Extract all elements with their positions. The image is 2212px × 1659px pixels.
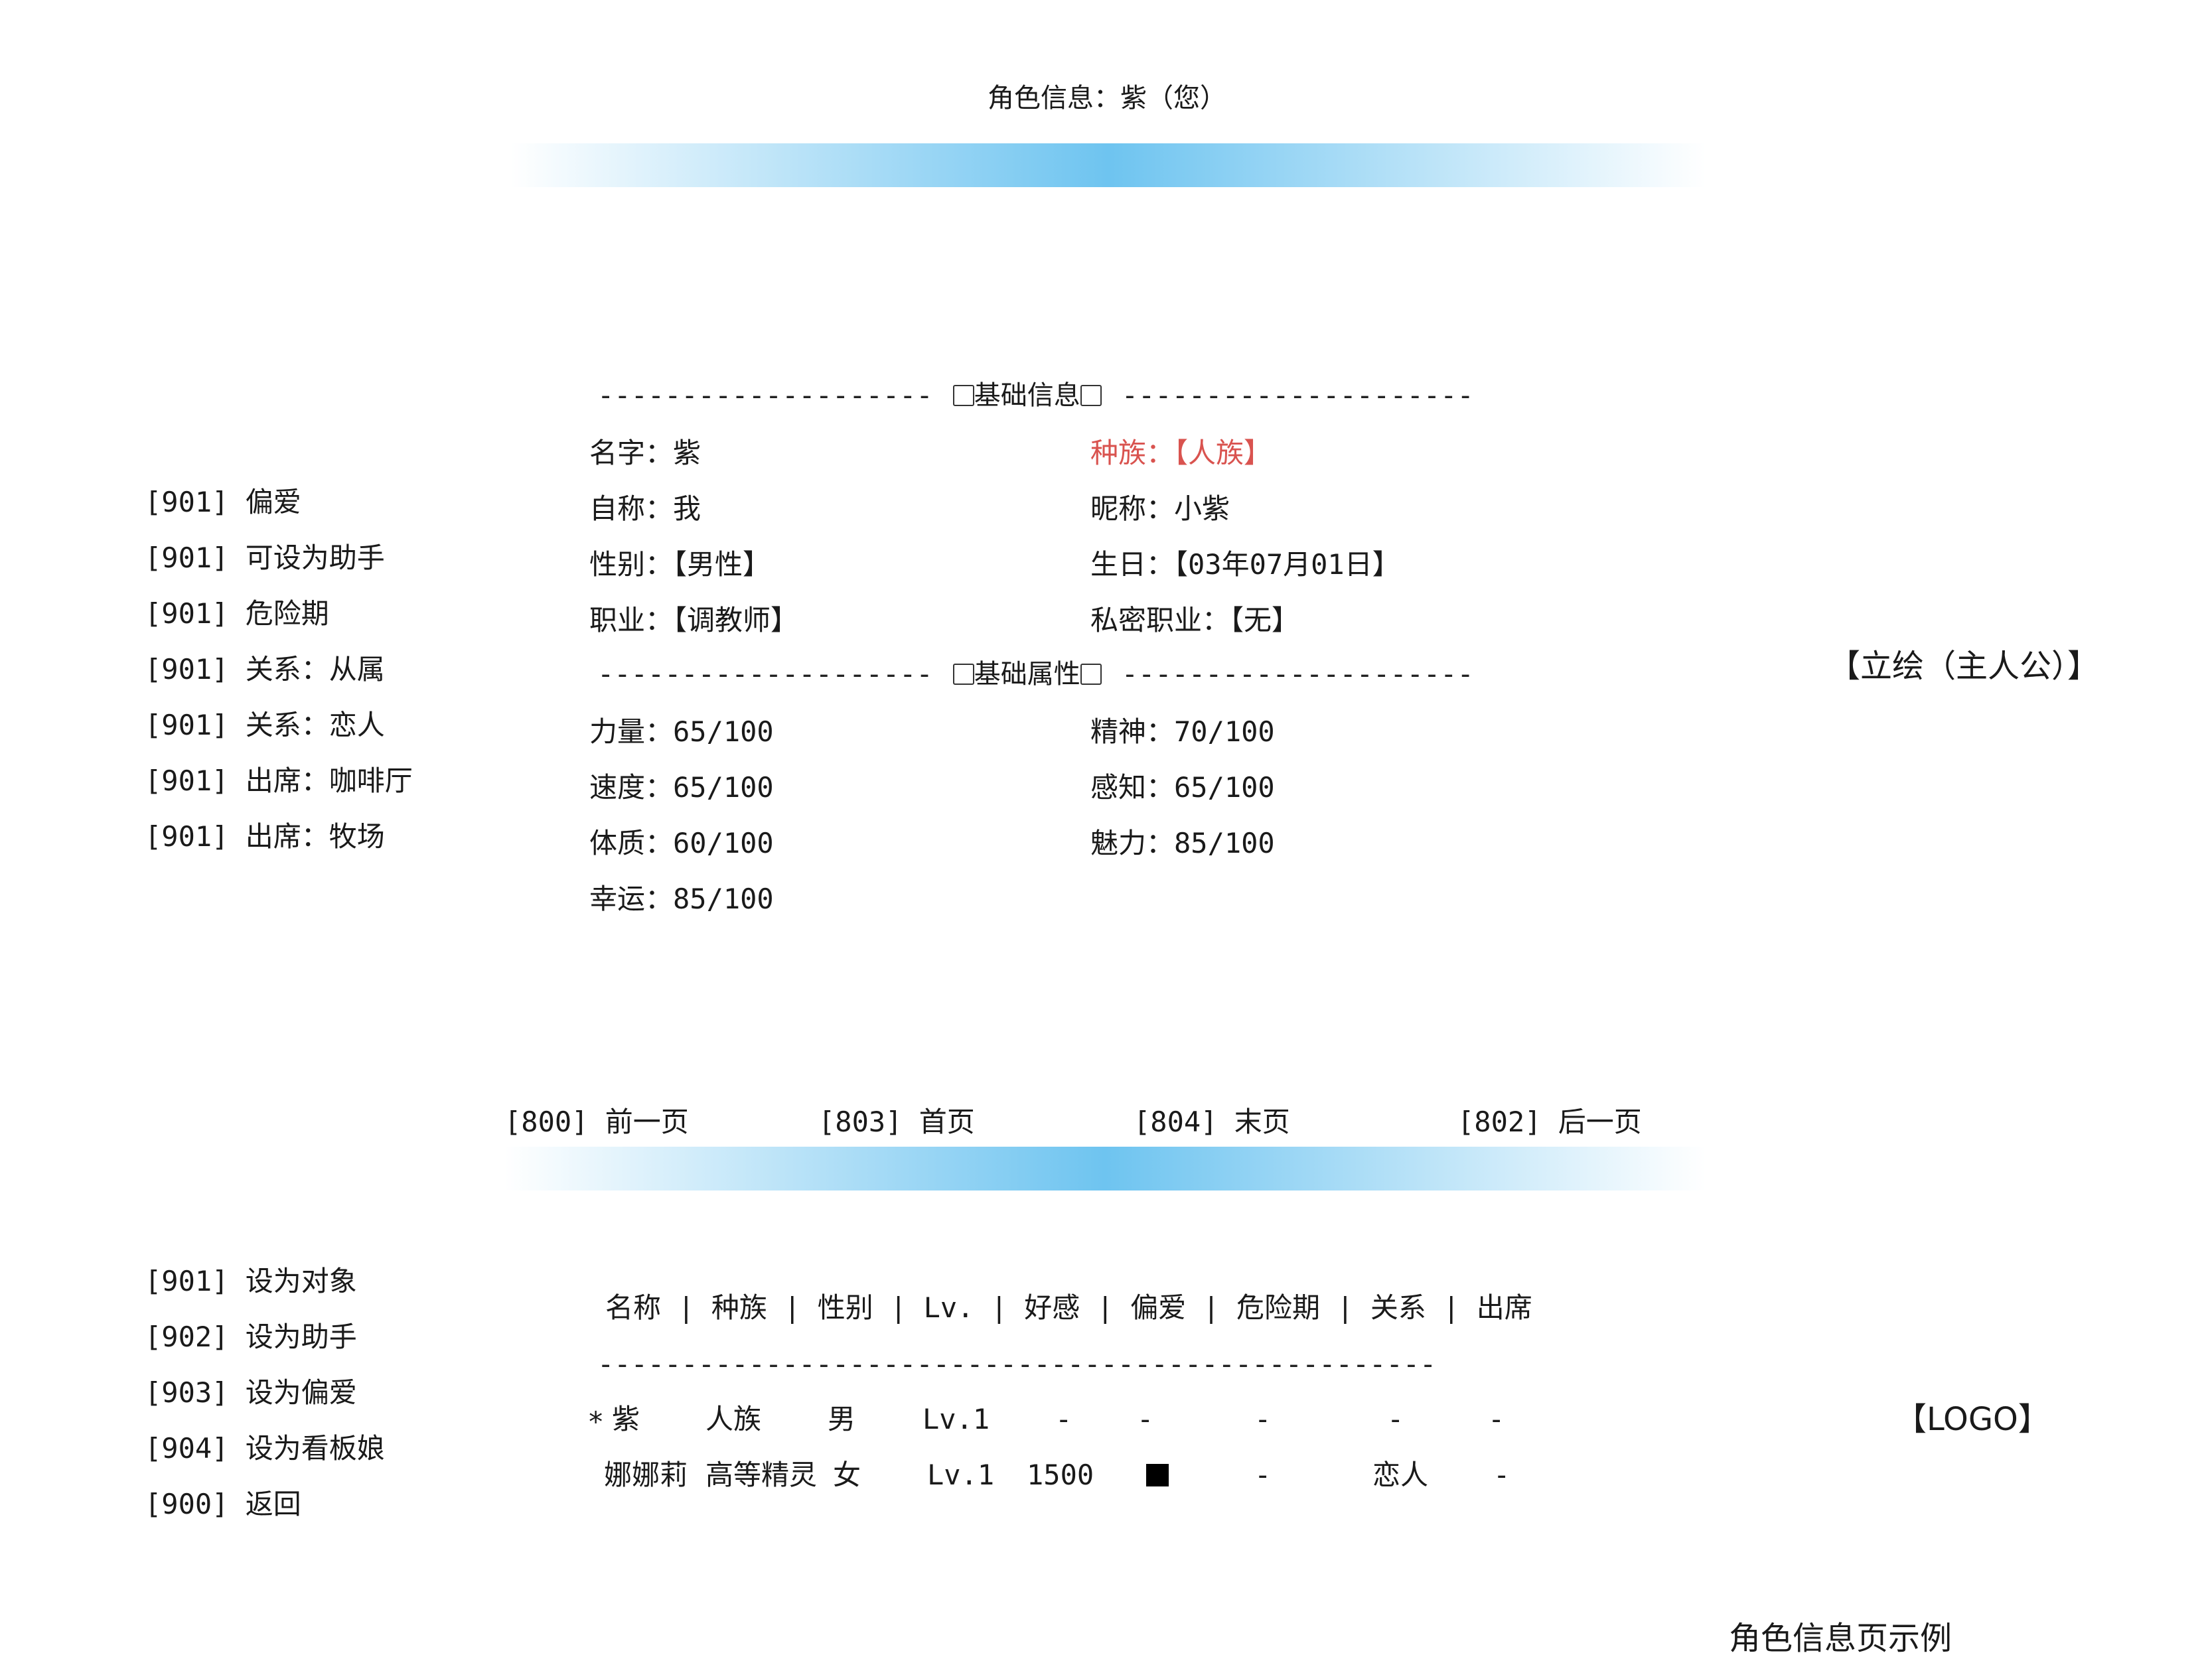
- section-dashes-left: --------------------: [597, 658, 933, 690]
- field-birthday: 生日：【03年07月01日】: [1090, 548, 1400, 581]
- section-label: 基础属性: [974, 659, 1080, 689]
- command-attend-cafe[interactable]: [901] 出席：咖啡厅: [145, 767, 413, 795]
- first-page-button[interactable]: [803] 首页: [818, 1108, 975, 1136]
- preference-square-icon: [1146, 1464, 1169, 1486]
- command-back[interactable]: [900] 返回: [145, 1490, 301, 1518]
- last-page-button[interactable]: [804] 末页: [1134, 1108, 1290, 1136]
- cell-attend: -: [1493, 1459, 1511, 1491]
- field-gender: 性别：【男性】: [589, 548, 771, 581]
- cell-name: 紫: [612, 1403, 640, 1435]
- basic-info-section-header: -------------------- 基础信息 --------------…: [597, 382, 1474, 409]
- checkbox-icon: [1080, 385, 1102, 406]
- cell-danger: -: [1254, 1403, 1272, 1435]
- row-marker: *: [587, 1406, 605, 1438]
- next-page-button[interactable]: [802] 后一页: [1457, 1108, 1642, 1136]
- cell-relation: -: [1387, 1403, 1404, 1435]
- pagination-gradient-bar: [504, 1147, 1706, 1190]
- checkbox-icon: [952, 664, 974, 685]
- attr-perception: 感知：65/100: [1090, 771, 1275, 804]
- field-race: 种族：【人族】: [1090, 437, 1272, 469]
- attr-charm: 魅力：85/100: [1090, 827, 1275, 859]
- checkbox-icon: [1080, 664, 1102, 685]
- command-relation-subordinate[interactable]: [901] 关系：从属: [145, 656, 385, 684]
- field-nickname: 昵称：小紫: [1090, 492, 1230, 525]
- cell-race: 高等精灵: [705, 1459, 818, 1491]
- cell-danger: -: [1254, 1459, 1272, 1491]
- cell-attend: -: [1488, 1403, 1505, 1435]
- cell-race: 人族: [705, 1403, 762, 1435]
- logo-placeholder: 【LOGO】: [1895, 1401, 2050, 1438]
- command-favorite[interactable]: [901] 偏爱: [145, 488, 301, 516]
- command-danger-period[interactable]: [901] 危险期: [145, 600, 329, 628]
- checkbox-icon: [952, 385, 974, 406]
- attr-constitution: 体质：60/100: [589, 827, 774, 859]
- table-header: 名称 | 种族 | 性别 | Lv. | 好感 | 偏爱 | 危险期 | 关系 …: [605, 1291, 1532, 1324]
- section-dashes-right: ---------------------: [1121, 658, 1474, 690]
- command-set-favorite[interactable]: [903] 设为偏爱: [145, 1379, 357, 1407]
- cell-favor: -: [1055, 1403, 1072, 1435]
- portrait-placeholder: 【立绘（主人公）】: [1828, 648, 2100, 685]
- field-name: 名字：紫: [589, 437, 701, 469]
- cell-favor: 1500: [1027, 1459, 1094, 1491]
- cell-gender: 男: [828, 1403, 856, 1435]
- section-label: 基础信息: [974, 380, 1080, 411]
- prev-page-button[interactable]: [800] 前一页: [504, 1108, 689, 1136]
- section-dashes-right: ---------------------: [1121, 379, 1474, 411]
- page-title: 角色信息：紫（您）: [988, 83, 1226, 113]
- section-dashes-left: --------------------: [597, 379, 933, 411]
- cell-relation: 恋人: [1372, 1459, 1429, 1491]
- attributes-section-header: -------------------- 基础属性 --------------…: [597, 660, 1474, 688]
- command-set-mascot[interactable]: [904] 设为看板娘: [145, 1435, 385, 1463]
- command-set-target[interactable]: [901] 设为对象: [145, 1267, 357, 1295]
- cell-preference: -: [1137, 1403, 1154, 1435]
- cell-name: 娜娜莉: [604, 1459, 688, 1491]
- table-divider: ----------------------------------------…: [597, 1348, 1437, 1380]
- field-secret-job: 私密职业：【无】: [1090, 604, 1300, 636]
- cell-level: Lv.1: [927, 1459, 995, 1491]
- footer-caption: 角色信息页示例: [1729, 1620, 1953, 1657]
- header-gradient-bar: [511, 143, 1706, 187]
- field-job: 职业：【调教师】: [589, 604, 799, 636]
- cell-gender: 女: [833, 1459, 861, 1491]
- attr-speed: 速度：65/100: [589, 771, 774, 804]
- command-can-be-assistant[interactable]: [901] 可设为助手: [145, 544, 385, 572]
- attr-strength: 力量：65/100: [589, 715, 774, 748]
- command-set-assistant[interactable]: [902] 设为助手: [145, 1323, 357, 1351]
- command-attend-ranch[interactable]: [901] 出席：牧场: [145, 823, 385, 851]
- field-self-call: 自称：我: [589, 492, 701, 525]
- attr-luck: 幸运：85/100: [589, 883, 774, 915]
- cell-level: Lv.1: [922, 1403, 990, 1435]
- attr-spirit: 精神：70/100: [1090, 715, 1275, 748]
- command-relation-lover[interactable]: [901] 关系：恋人: [145, 711, 385, 739]
